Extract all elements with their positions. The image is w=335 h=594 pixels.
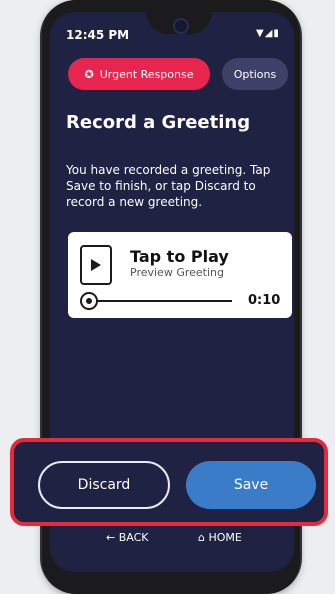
progress-track: [88, 300, 232, 302]
options-button[interactable]: Options: [222, 58, 288, 90]
home-label: HOME: [208, 531, 242, 544]
play-icon: [91, 259, 101, 271]
back-label: BACK: [118, 531, 149, 544]
home-icon: ⌂: [198, 531, 205, 544]
options-label: Options: [233, 67, 277, 81]
star-icon: ✪: [84, 67, 94, 81]
urgent-response-button[interactable]: ✪ Urgent Response: [68, 58, 210, 90]
play-button[interactable]: [80, 245, 112, 285]
progress-slider[interactable]: [80, 292, 98, 310]
page-title: Record a Greeting: [66, 112, 251, 133]
player-title: Tap to Play: [130, 247, 229, 266]
discard-button[interactable]: Discard: [38, 461, 170, 509]
player-subtitle: Preview Greeting: [130, 266, 224, 279]
camera-icon: [173, 18, 189, 34]
save-label: Save: [233, 477, 269, 493]
duration-label: 0:10: [248, 293, 281, 308]
urgent-response-label: Urgent Response: [99, 67, 194, 81]
status-time: 12:45 PM: [66, 28, 130, 42]
home-button[interactable]: ⌂ HOME: [198, 531, 242, 544]
back-arrow-icon: ←: [106, 531, 116, 544]
page-description: You have recorded a greeting. Tap Save t…: [66, 163, 271, 209]
back-button[interactable]: ← BACK: [106, 531, 149, 544]
discard-label: Discard: [77, 477, 131, 493]
status-icons: ▼◢▮: [256, 28, 280, 39]
save-button[interactable]: Save: [186, 461, 316, 509]
